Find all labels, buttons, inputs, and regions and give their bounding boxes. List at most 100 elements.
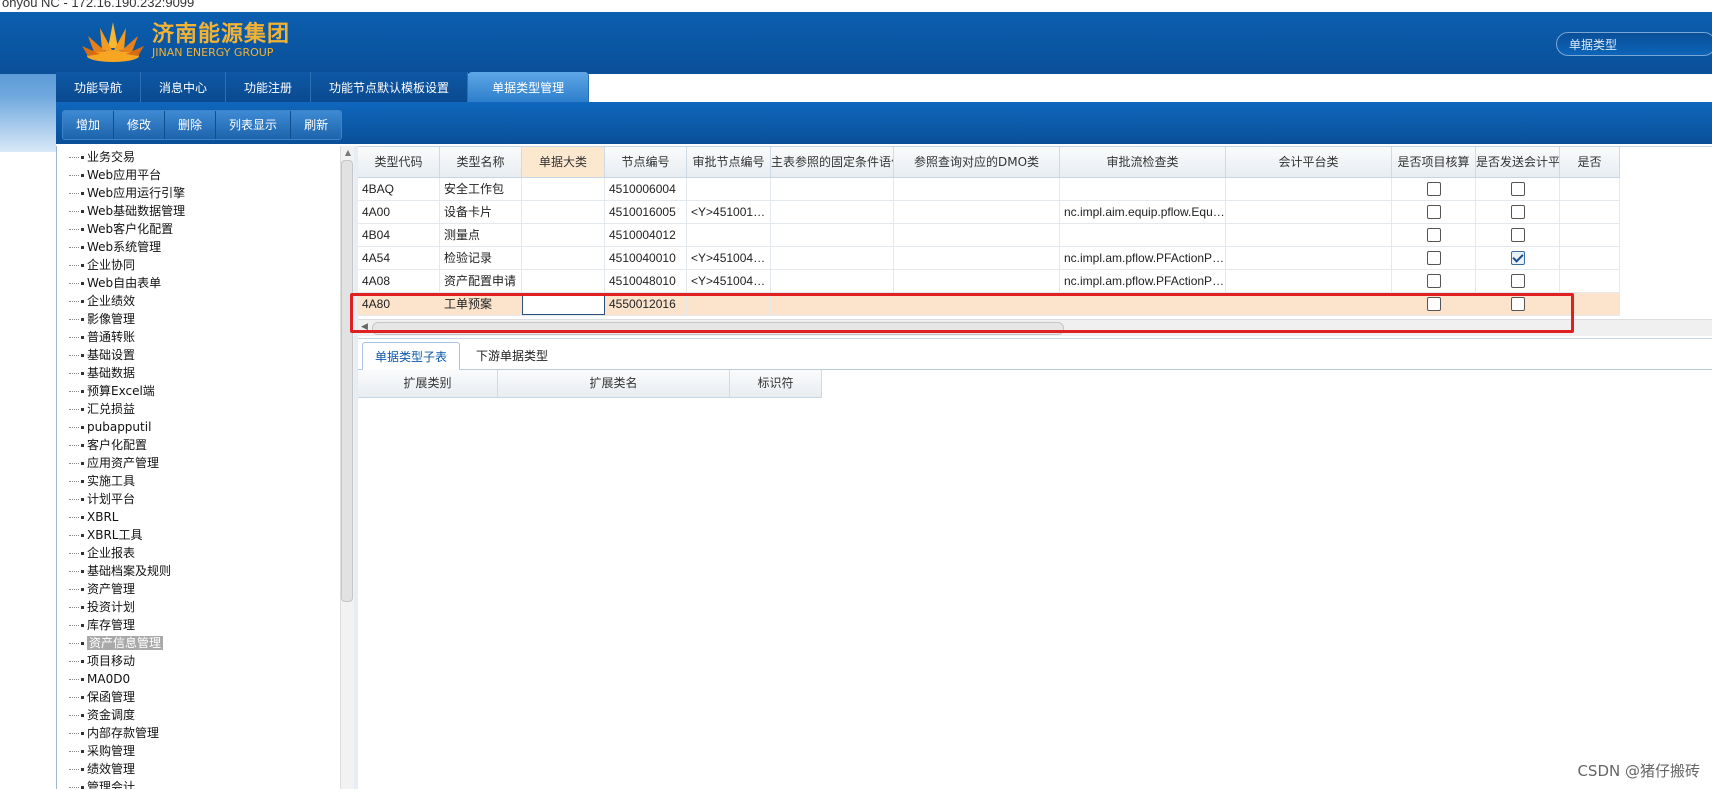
table-cell[interactable]: [771, 270, 894, 292]
table-cell[interactable]: [1060, 224, 1226, 246]
tree-item[interactable]: MA0D0: [69, 670, 185, 688]
table-cell[interactable]: 检验记录: [440, 247, 522, 269]
table-cell[interactable]: [1060, 178, 1226, 200]
table-cell[interactable]: [1226, 178, 1392, 200]
tab-message-center[interactable]: 消息中心: [141, 72, 227, 102]
column-header[interactable]: 单据大类: [522, 147, 605, 177]
table-cell[interactable]: [687, 178, 771, 200]
table-cell[interactable]: 工单预案: [440, 293, 522, 315]
tree-scroll-thumb[interactable]: [341, 160, 353, 602]
table-row[interactable]: 4B04 测量点 4510004012: [358, 224, 1620, 247]
column-header[interactable]: 类型名称: [440, 147, 522, 177]
tree-item[interactable]: 管理会计: [69, 778, 185, 789]
refresh-button[interactable]: 刷新: [291, 111, 342, 139]
tree-item[interactable]: 计划平台: [69, 490, 185, 508]
table-cell[interactable]: 4A08: [358, 270, 440, 292]
table-cell[interactable]: <Y>45100160...: [687, 201, 771, 223]
table-cell[interactable]: [1060, 293, 1226, 315]
tree-scrollbar[interactable]: ▲: [340, 146, 355, 789]
tree-item[interactable]: 资产信息管理: [69, 634, 185, 652]
table-cell[interactable]: nc.impl.am.pflow.PFActionPro...: [1060, 270, 1226, 292]
table-cell[interactable]: [522, 224, 605, 246]
table-row[interactable]: 4A80 工单预案 4550012016: [358, 293, 1620, 316]
column-header[interactable]: 节点编号: [605, 147, 687, 177]
column-header[interactable]: 审批流检查类: [1060, 147, 1226, 177]
tree-item[interactable]: 基础档案及规则: [69, 562, 185, 580]
table-cell[interactable]: [522, 201, 605, 223]
table-cell[interactable]: 4510006004: [605, 178, 687, 200]
tab-node-template[interactable]: 功能节点默认模板设置: [311, 72, 469, 102]
send-accounting-checkbox[interactable]: [1510, 204, 1525, 219]
list-view-button[interactable]: 列表显示: [216, 111, 292, 139]
tree-item[interactable]: Web应用平台: [69, 166, 185, 184]
project-accounting-checkbox[interactable]: [1426, 296, 1441, 311]
table-cell[interactable]: 4510016005: [605, 201, 687, 223]
column-header[interactable]: 是否发送会计平台: [1476, 147, 1560, 177]
edit-button[interactable]: 修改: [114, 111, 166, 139]
table-cell[interactable]: [771, 224, 894, 246]
table-cell[interactable]: [1226, 247, 1392, 269]
scroll-left-icon[interactable]: ◀: [361, 322, 368, 332]
project-accounting-checkbox[interactable]: [1426, 273, 1441, 288]
tree-item[interactable]: 基础数据: [69, 364, 185, 382]
send-accounting-checkbox[interactable]: [1510, 273, 1525, 288]
grid-horizontal-scrollbar[interactable]: ◀: [358, 319, 1712, 336]
send-accounting-checkbox[interactable]: [1510, 296, 1525, 311]
table-cell[interactable]: 4A54: [358, 247, 440, 269]
send-accounting-checkbox[interactable]: [1510, 227, 1525, 242]
tree-item[interactable]: 绩效管理: [69, 760, 185, 778]
table-row[interactable]: 4A08 资产配置申请 4510048010 <Y>45100480... nc.imp…: [358, 270, 1620, 293]
table-cell[interactable]: [894, 224, 1060, 246]
tree-item[interactable]: 汇兑损益: [69, 400, 185, 418]
table-cell[interactable]: 4B04: [358, 224, 440, 246]
tree-item[interactable]: Web自由表单: [69, 274, 185, 292]
column-header[interactable]: 主表参照的固定条件语句: [771, 147, 894, 177]
tree-item[interactable]: XBRL: [69, 508, 185, 526]
tree-item[interactable]: 预算Excel端: [69, 382, 185, 400]
table-cell[interactable]: [522, 178, 605, 200]
project-accounting-checkbox[interactable]: [1426, 250, 1441, 265]
table-cell[interactable]: 4550012016: [605, 293, 687, 315]
tree-item[interactable]: 采购管理: [69, 742, 185, 760]
table-cell[interactable]: nc.impl.am.pflow.PFActionPro...: [1060, 247, 1226, 269]
table-cell[interactable]: <Y>45100480...: [687, 270, 771, 292]
send-accounting-checkbox[interactable]: [1510, 181, 1525, 196]
table-cell[interactable]: [894, 178, 1060, 200]
tree-item[interactable]: 投资计划: [69, 598, 185, 616]
table-cell[interactable]: [687, 224, 771, 246]
scroll-up-icon[interactable]: ▲: [343, 148, 353, 158]
tree-item[interactable]: pubapputil: [69, 418, 185, 436]
table-cell[interactable]: <Y>45100400...: [687, 247, 771, 269]
table-cell[interactable]: [894, 247, 1060, 269]
tree-item[interactable]: 资产管理: [69, 580, 185, 598]
table-cell[interactable]: 4510040010: [605, 247, 687, 269]
tree-item[interactable]: 企业协同: [69, 256, 185, 274]
table-cell[interactable]: [1226, 201, 1392, 223]
column-header[interactable]: 标识符: [730, 370, 822, 397]
table-cell[interactable]: [1226, 224, 1392, 246]
tree-item[interactable]: 库存管理: [69, 616, 185, 634]
table-row[interactable]: 4BAQ 安全工作包 4510006004: [358, 178, 1620, 201]
tab-function-nav[interactable]: 功能导航: [56, 72, 142, 102]
tree-item[interactable]: 项目移动: [69, 652, 185, 670]
search-input[interactable]: 单据类型: [1556, 32, 1712, 56]
tab-bill-subtable[interactable]: 单据类型子表: [362, 342, 461, 370]
column-header[interactable]: 是否: [1560, 147, 1620, 177]
add-button[interactable]: 增加: [63, 111, 115, 139]
tree-item[interactable]: 资金调度: [69, 706, 185, 724]
table-cell[interactable]: [687, 293, 771, 315]
tree-item[interactable]: 普通转账: [69, 328, 185, 346]
table-cell[interactable]: [894, 270, 1060, 292]
table-cell[interactable]: 4510004012: [605, 224, 687, 246]
table-row[interactable]: 4A54 检验记录 4510040010 <Y>45100400... nc.impl.…: [358, 247, 1620, 270]
table-cell[interactable]: 设备卡片: [440, 201, 522, 223]
table-cell[interactable]: 资产配置申请: [440, 270, 522, 292]
table-cell[interactable]: [1226, 270, 1392, 292]
tree-item[interactable]: Web客户化配置: [69, 220, 185, 238]
tree-item[interactable]: 应用资产管理: [69, 454, 185, 472]
project-accounting-checkbox[interactable]: [1426, 204, 1441, 219]
table-cell[interactable]: [771, 178, 894, 200]
table-cell[interactable]: [771, 201, 894, 223]
tree-item[interactable]: 影像管理: [69, 310, 185, 328]
tree-item[interactable]: Web应用运行引擎: [69, 184, 185, 202]
